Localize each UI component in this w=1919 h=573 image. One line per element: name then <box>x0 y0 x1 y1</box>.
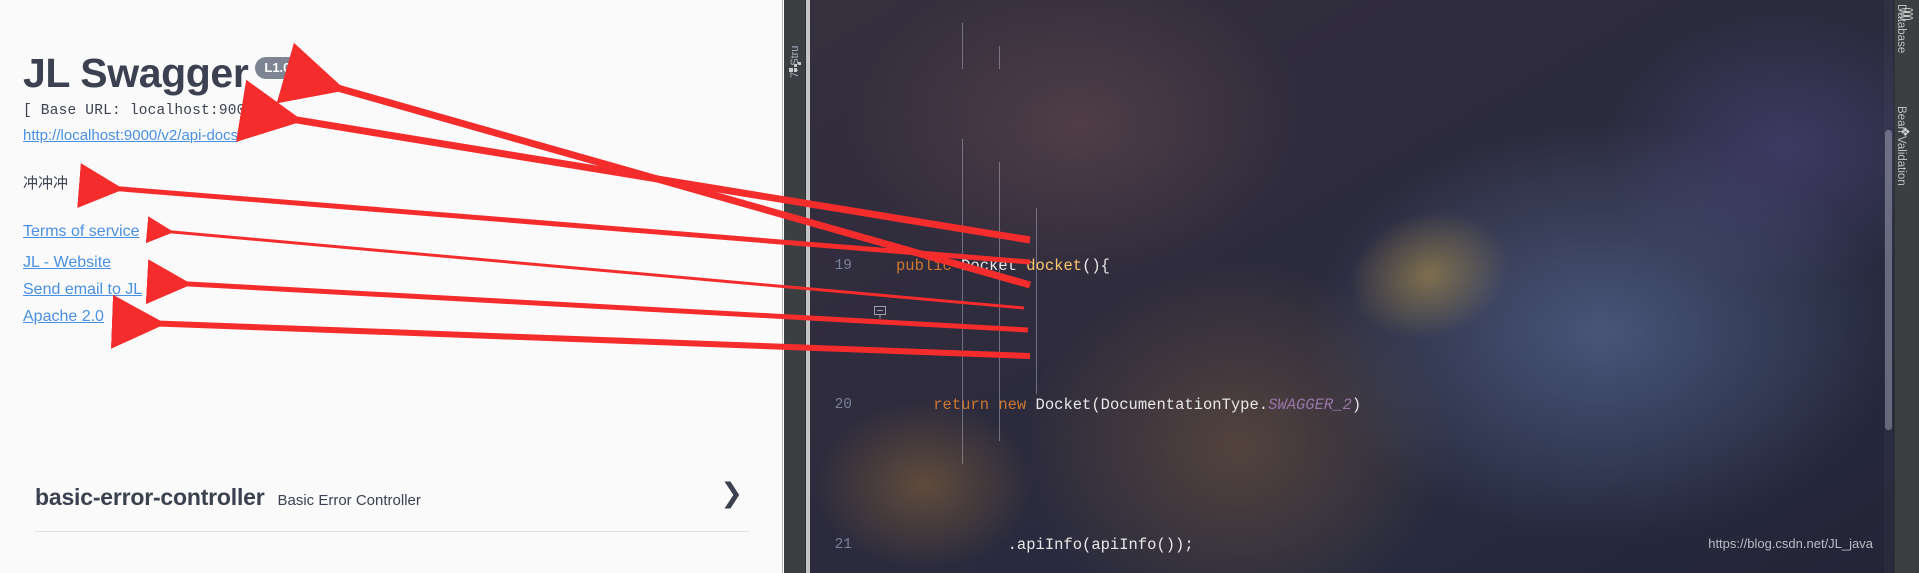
controller-divider <box>35 531 749 532</box>
version-badge: L1.0 <box>255 57 300 79</box>
controller-section[interactable]: basic-error-controller Basic Error Contr… <box>35 480 749 532</box>
code-text: .apiInfo(apiInfo()); <box>896 535 1194 554</box>
line-number: 20 <box>834 397 852 414</box>
indent-guide <box>1036 208 1037 394</box>
page-title: JL Swagger <box>23 50 249 96</box>
tool-tab-database[interactable]: Database <box>1895 4 1907 104</box>
controller-description: Basic Error Controller <box>277 492 421 509</box>
line-number: 21 <box>834 536 852 553</box>
api-title-row: JL Swagger L1.0 <box>23 53 782 94</box>
code-text: public Docket docket(){ <box>896 257 1110 276</box>
ide-editor-pane: 7: Stru 19 public Docket docket(){20 re… <box>784 0 1919 573</box>
indent-guide <box>999 46 1000 69</box>
indent-guide <box>962 23 963 69</box>
screenshot-root: JL Swagger L1.0 [ Base URL: localhost:90… <box>0 0 1919 573</box>
license-link[interactable]: Apache 2.0 <box>23 308 104 326</box>
left-tool-window-strip: 7: Stru <box>784 0 806 573</box>
controller-header[interactable]: basic-error-controller Basic Error Contr… <box>35 480 749 511</box>
code-text: return new Docket(DocumentationType.SWAG… <box>933 396 1362 415</box>
base-url-text: [ Base URL: localhost:9000/ ] <box>23 103 282 119</box>
editor-vertical-scrollbar[interactable] <box>1884 0 1893 573</box>
code-line: 19 public Docket docket(){ <box>810 255 1894 319</box>
code-editor[interactable]: 19 public Docket docket(){ 20 return new… <box>810 0 1894 573</box>
terms-of-service-link[interactable]: Terms of service <box>23 223 139 241</box>
swagger-info-container: JL Swagger L1.0 [ Base URL: localhost:90… <box>0 53 782 326</box>
line-number: 19 <box>834 258 852 275</box>
controller-name: basic-error-controller <box>35 484 265 510</box>
right-tool-window-strip: Database ❖ Bean Validation <box>1894 0 1919 573</box>
scrollbar-thumb[interactable] <box>1885 130 1892 430</box>
tool-tab-bean-validation[interactable]: Bean Validation <box>1895 106 1907 236</box>
api-docs-link[interactable]: http://localhost:9000/v2/api-docs <box>23 127 782 144</box>
code-line: 20 return new Docket(DocumentationType.S… <box>810 394 1894 417</box>
chevron-right-icon[interactable]: ❯ <box>720 480 743 507</box>
structure-icon <box>789 62 801 73</box>
watermark-text: https://blog.csdn.net/JL_java <box>1708 536 1873 551</box>
website-link[interactable]: JL - Website <box>23 254 111 272</box>
swagger-ui-pane: JL Swagger L1.0 [ Base URL: localhost:90… <box>0 0 783 573</box>
contact-email-link[interactable]: Send email to JL <box>23 281 142 299</box>
api-description: 冲冲冲 <box>23 174 69 192</box>
fold-collapse-icon[interactable] <box>874 259 886 319</box>
api-links-list: Terms of service JL - Website Send email… <box>23 223 782 326</box>
